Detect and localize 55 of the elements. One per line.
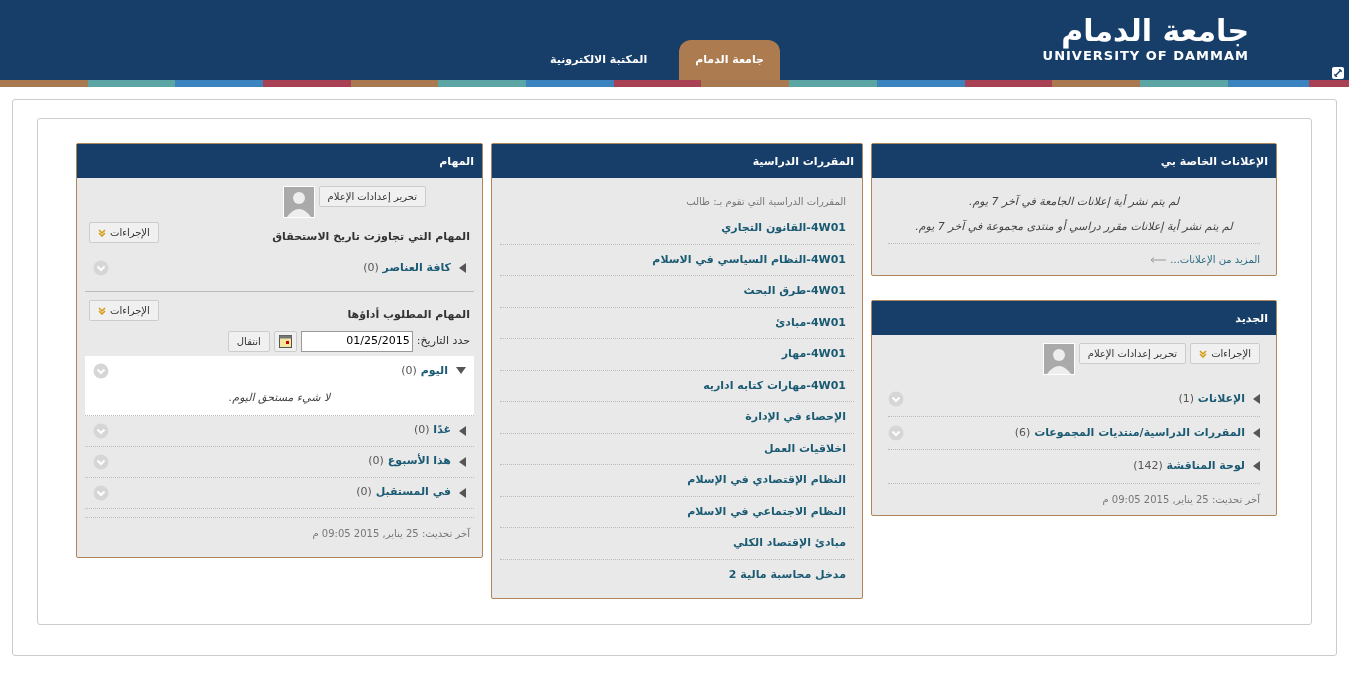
course-link[interactable]: الإحصاء في الإدارة [745, 410, 846, 423]
double-chevron-icon [98, 306, 106, 315]
panel-title: المهام [77, 144, 482, 178]
date-field[interactable]: 01/25/2015 [300, 331, 413, 352]
chevron-down-icon[interactable] [93, 484, 109, 501]
logo-subtitle: UNIVERSITY OF DAMMAM [1042, 48, 1249, 65]
course-link[interactable]: اخلاقيات العمل [763, 441, 846, 455]
caret-left-icon [1253, 394, 1260, 405]
message-text: لم يتم نشر أية إعلانات مقرر دراسي أو منتدى مجموعة في آخر 7 يوم. [914, 218, 1235, 235]
nav-tab[interactable]: المكتبة الالكترونية [534, 39, 664, 80]
chevron-down-icon[interactable] [888, 424, 904, 441]
edit-settings-button[interactable]: تحرير إعدادات الإعلام [1078, 343, 1187, 364]
chevron-down-icon[interactable] [93, 422, 109, 439]
caret-left-icon [1253, 461, 1260, 472]
course-link[interactable]: 4W01-النظام السياسي في الاسلام [652, 252, 846, 266]
actions-button[interactable]: الإجراءات [89, 300, 159, 321]
chevron-down-icon[interactable] [93, 260, 109, 276]
course-link[interactable]: مبادئ الإقتصاد الكلي [733, 536, 846, 549]
actions-button[interactable]: الإجراءات [89, 222, 159, 243]
chevron-down-icon[interactable] [93, 453, 109, 470]
arrow-left-icon [1150, 256, 1167, 263]
panel-title: المقررات الدراسية [492, 144, 862, 178]
caption-text: المقررات الدراسية التي تقوم بـ: طالب [685, 195, 847, 209]
caret-left-icon [1253, 427, 1260, 438]
nav-tab[interactable]: جامعة الدمام [679, 40, 780, 80]
panel-title: الإعلانات الخاصة بي [872, 144, 1276, 178]
course-link[interactable]: النظام الاجتماعي في الاسلام [687, 504, 846, 518]
calendar-button[interactable] [273, 331, 297, 352]
course-link[interactable]: 4W01-طرق البحث [743, 284, 846, 297]
date-label: حدد التاريخ: [416, 333, 470, 350]
avatar-icon [282, 186, 315, 218]
chevron-down-icon[interactable] [888, 391, 904, 408]
course-link[interactable]: 4W01-مبادئ [775, 315, 846, 329]
course-link[interactable]: مدخل محاسبة مالية 2 [728, 567, 846, 581]
double-chevron-icon [1199, 349, 1208, 358]
chevron-down-icon[interactable] [93, 363, 109, 379]
course-link[interactable]: 4W01-مهار [781, 347, 846, 360]
edit-settings-button[interactable]: تحرير إعدادات الإعلام [318, 186, 426, 207]
message-text: لم يتم نشر أية إعلانات الجامعة في آخر 7 يوم. [967, 194, 1181, 210]
panel-title: الجديد [872, 301, 1276, 335]
section-heading: المهام التي تجاوزت تاريخ الاستحقاق [272, 229, 470, 246]
empty-message: لا شيء مستحق اليوم. [227, 390, 332, 406]
go-button[interactable]: انتقال [227, 331, 270, 352]
actions-button[interactable]: الإجراءات [1190, 343, 1260, 364]
double-chevron-icon [98, 228, 106, 237]
link-icon[interactable] [1332, 67, 1344, 79]
last-updated-text: آخر تحديث: 25 يناير, 2015 09:05 م [311, 526, 470, 541]
more-announcements-link[interactable]: المزيد من الإعلانات... [1170, 252, 1260, 267]
section-heading: المهام المطلوب أداؤها [347, 307, 470, 324]
calendar-icon [278, 335, 292, 348]
course-link[interactable]: 4W01-مهارات كتابه اداريه [703, 378, 846, 392]
course-link[interactable]: النظام الإقتصادي في الإسلام [687, 473, 846, 486]
course-link[interactable]: 4W01-القانون التجاري [721, 221, 846, 234]
last-updated-text: آخر تحديث: 25 يناير, 2015 09:05 م [1101, 492, 1260, 507]
avatar-icon [1042, 343, 1075, 375]
